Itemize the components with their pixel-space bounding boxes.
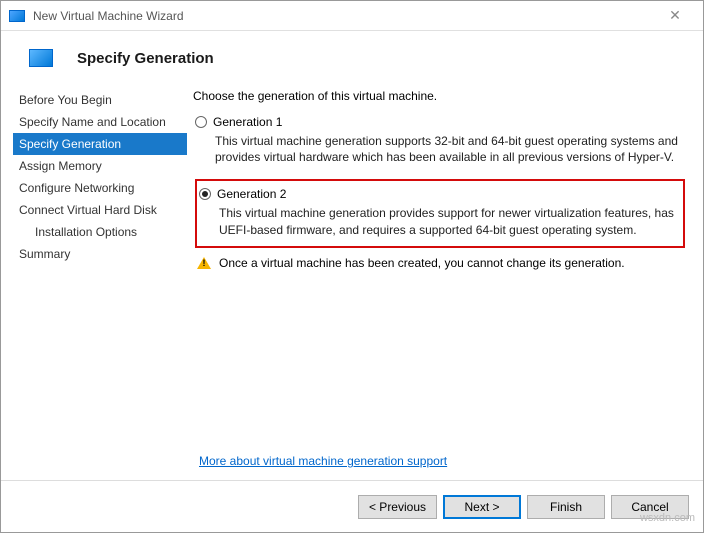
watermark: wsxdn.com [640, 512, 695, 524]
step-before-you-begin[interactable]: Before You Begin [13, 89, 187, 111]
gen1-description: This virtual machine generation supports… [215, 133, 685, 165]
wizard-body: Before You Begin Specify Name and Locati… [1, 81, 703, 477]
app-icon [9, 10, 25, 22]
warning-note: Once a virtual machine has been created,… [195, 256, 685, 270]
previous-button[interactable]: < Previous [358, 495, 437, 519]
help-link-row: More about virtual machine generation su… [199, 454, 447, 468]
step-sidebar: Before You Begin Specify Name and Locati… [1, 81, 187, 477]
gen2-description: This virtual machine generation provides… [219, 205, 675, 237]
next-button[interactable]: Next > [443, 495, 521, 519]
close-button[interactable]: ✕ [655, 2, 695, 30]
step-installation-options[interactable]: Installation Options [13, 221, 187, 243]
gen1-label: Generation 1 [213, 115, 282, 129]
more-info-link[interactable]: More about virtual machine generation su… [199, 454, 447, 468]
wizard-header: Specify Generation [1, 31, 703, 81]
gen2-option[interactable]: Generation 2 [199, 187, 675, 201]
header-icon [29, 49, 53, 67]
generation-radio-group: Generation 1 This virtual machine genera… [193, 115, 685, 270]
warning-text: Once a virtual machine has been created,… [219, 256, 625, 270]
step-connect-vhd[interactable]: Connect Virtual Hard Disk [13, 199, 187, 221]
gen2-radio[interactable] [199, 188, 211, 200]
gen1-radio[interactable] [195, 116, 207, 128]
wizard-footer: < Previous Next > Finish Cancel [1, 480, 703, 532]
content-panel: Choose the generation of this virtual ma… [187, 81, 703, 477]
warning-icon [197, 257, 211, 269]
wizard-window: New Virtual Machine Wizard ✕ Specify Gen… [0, 0, 704, 533]
step-summary[interactable]: Summary [13, 243, 187, 265]
step-assign-memory[interactable]: Assign Memory [13, 155, 187, 177]
window-title: New Virtual Machine Wizard [33, 9, 655, 23]
step-specify-generation[interactable]: Specify Generation [13, 133, 187, 155]
prompt-text: Choose the generation of this virtual ma… [193, 89, 685, 103]
gen2-label: Generation 2 [217, 187, 286, 201]
gen1-option[interactable]: Generation 1 [195, 115, 685, 129]
finish-button[interactable]: Finish [527, 495, 605, 519]
page-title: Specify Generation [77, 50, 214, 67]
step-specify-name[interactable]: Specify Name and Location [13, 111, 187, 133]
titlebar: New Virtual Machine Wizard ✕ [1, 1, 703, 31]
step-configure-networking[interactable]: Configure Networking [13, 177, 187, 199]
gen2-highlight: Generation 2 This virtual machine genera… [195, 179, 685, 247]
